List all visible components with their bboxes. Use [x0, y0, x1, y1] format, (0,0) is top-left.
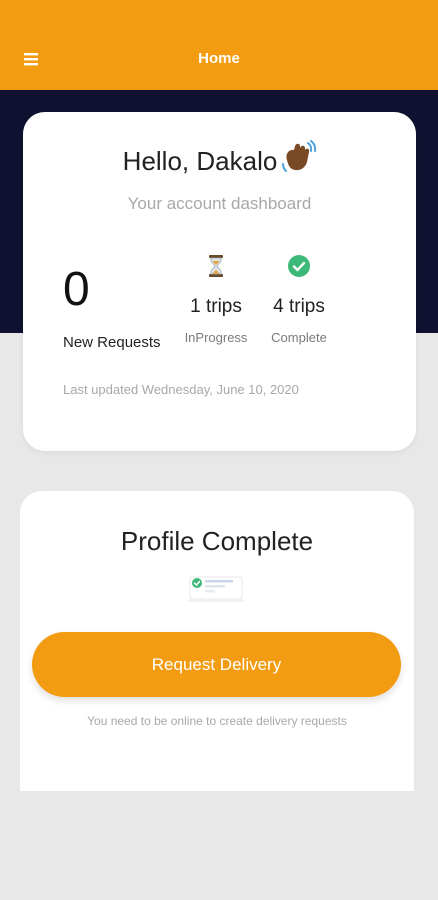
complete-value: 4 trips — [273, 296, 325, 317]
waving-hand-icon — [280, 140, 317, 182]
complete-label: Complete — [271, 330, 327, 345]
page-title: Home — [198, 50, 240, 67]
last-updated-text: Last updated Wednesday, June 10, 2020 — [63, 382, 299, 397]
check-circle-icon — [254, 254, 344, 278]
inprogress-value: 1 trips — [190, 296, 242, 317]
inprogress-label: InProgress — [184, 330, 248, 345]
hourglass-icon — [171, 254, 261, 278]
online-requirement-note: You need to be online to create delivery… — [87, 714, 347, 728]
greeting-text: Hello, Dakalo — [122, 146, 278, 176]
new-requests-label: New Requests — [63, 334, 161, 351]
inprogress-stat: 1 trips InProgress — [171, 254, 261, 345]
request-delivery-button[interactable]: Request Delivery — [32, 632, 401, 697]
complete-stat: 4 trips Complete — [254, 254, 344, 345]
profile-card: Profile Complete Request Delivery You ne… — [20, 491, 414, 791]
dashboard-subtitle: Your account dashboard — [127, 194, 312, 213]
profile-checklist-icon — [184, 573, 248, 605]
app-screen: Home Hello, Dakalo Your account dashboar… — [0, 0, 438, 900]
greeting-line: Hello, Dakalo — [23, 140, 416, 182]
app-bar: Home — [0, 0, 438, 90]
dashboard-card: Hello, Dakalo Your account dashboard 0 N… — [23, 112, 416, 451]
profile-status-title: Profile Complete — [120, 526, 314, 556]
new-requests-count: 0 — [63, 263, 90, 316]
